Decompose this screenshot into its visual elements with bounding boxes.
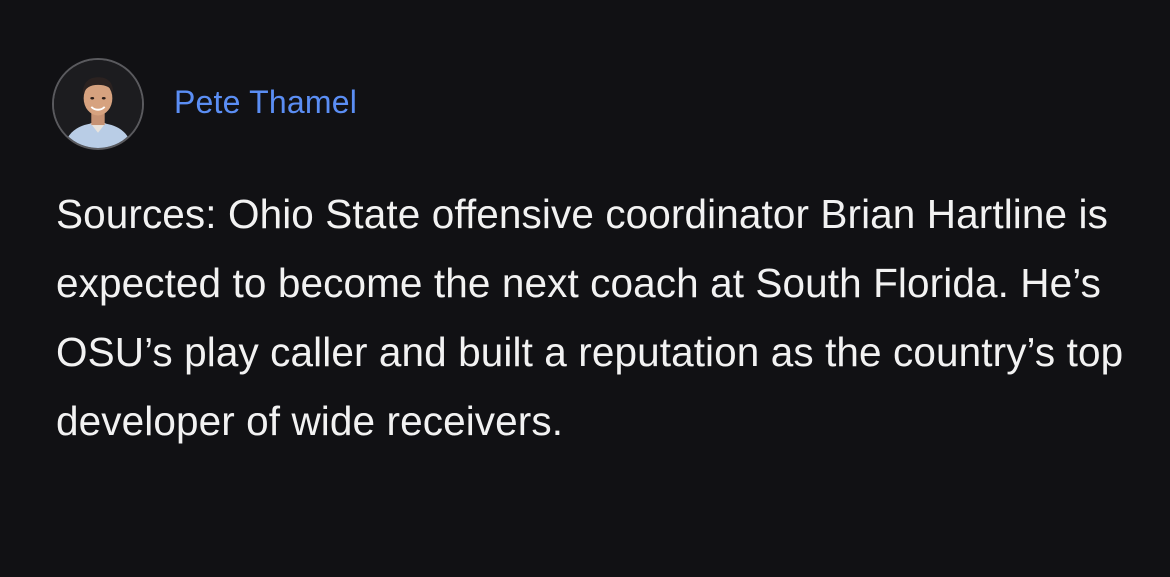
post-card: Pete Thamel Sources: Ohio State offensiv… xyxy=(0,0,1170,577)
post-text: Sources: Ohio State offensive coordinato… xyxy=(56,191,1124,444)
avatar[interactable] xyxy=(52,58,144,150)
person-avatar-icon xyxy=(54,60,142,148)
author-name[interactable]: Pete Thamel xyxy=(174,84,357,121)
post-header: Pete Thamel xyxy=(52,56,357,152)
